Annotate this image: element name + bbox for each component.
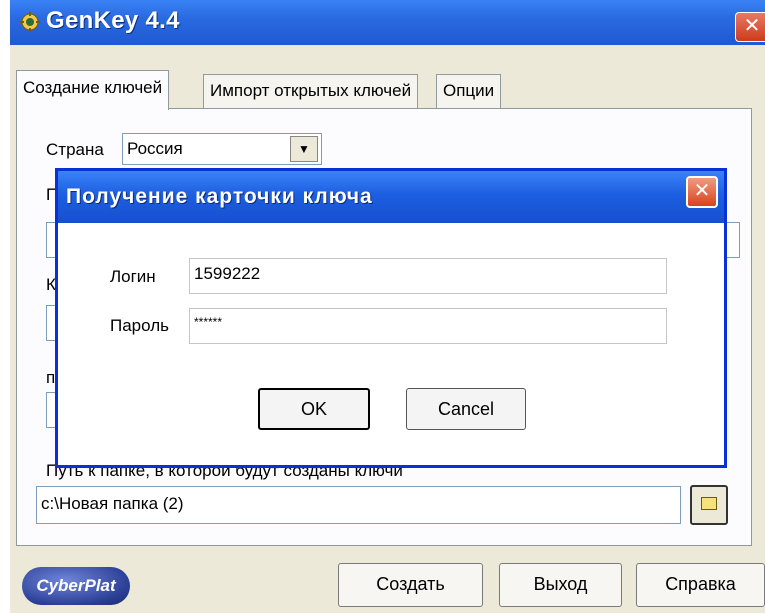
login-input[interactable]: 1599222 <box>189 258 667 294</box>
folder-path-input[interactable]: c:\Новая папка (2) <box>36 486 681 524</box>
tab-options[interactable]: Опции <box>436 74 502 108</box>
hidden-label-3: п <box>46 368 56 387</box>
dialog-close-button[interactable]: ✕ <box>686 176 718 208</box>
login-label: Логин <box>110 267 156 286</box>
folder-icon <box>701 497 717 510</box>
close-icon: ✕ <box>693 180 711 202</box>
country-label: Страна <box>46 140 104 159</box>
ok-button[interactable]: OK <box>258 388 370 430</box>
genkey-app-icon <box>20 12 40 32</box>
help-button[interactable]: Справка <box>636 563 765 607</box>
key-card-dialog: Получение карточки ключа ✕ Логин 1599222… <box>55 168 727 468</box>
main-titlebar[interactable]: GenKey 4.4 ✕ <box>10 0 765 45</box>
browse-folder-button[interactable] <box>690 485 728 525</box>
window-title: GenKey 4.4 <box>46 7 180 34</box>
window-close-button[interactable]: ✕ <box>735 12 765 42</box>
password-label: Пароль <box>110 316 169 335</box>
chevron-down-icon[interactable]: ▼ <box>290 136 318 162</box>
cyberplat-logo: CyberPlat <box>22 567 130 605</box>
password-input[interactable]: ****** <box>189 308 667 344</box>
create-button[interactable]: Создать <box>338 563 483 607</box>
exit-button[interactable]: Выход <box>499 563 622 607</box>
tab-import-public-keys[interactable]: Импорт открытых ключей <box>203 74 419 108</box>
dialog-title: Получение карточки ключа <box>66 185 373 208</box>
tab-create-keys[interactable]: Создание ключей <box>16 70 170 110</box>
hidden-field-1-button[interactable] <box>726 222 740 258</box>
close-icon: ✕ <box>743 15 761 37</box>
dialog-titlebar[interactable]: Получение карточки ключа ✕ <box>58 171 724 223</box>
dialog-body: Логин 1599222 Пароль ****** OK Cancel <box>58 223 724 465</box>
cancel-button[interactable]: Cancel <box>406 388 526 430</box>
